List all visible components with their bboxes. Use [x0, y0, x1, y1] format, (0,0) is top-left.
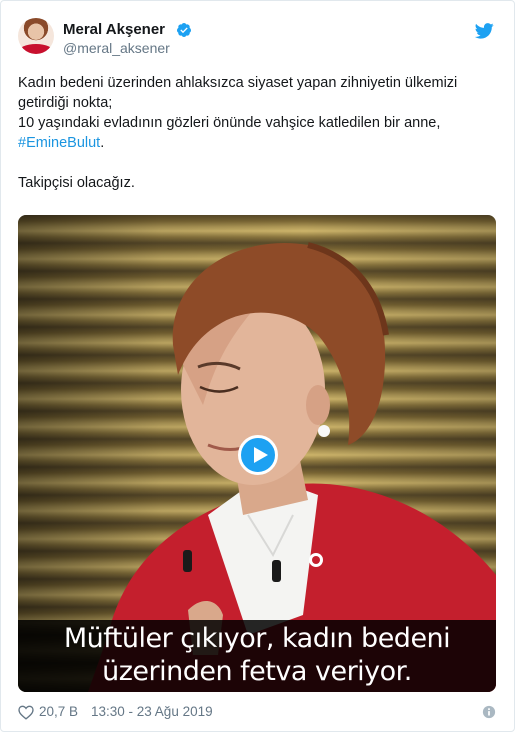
tweet-line-2: 10 yaşındaki evladının gözleri önünde va…	[18, 115, 441, 151]
video-player[interactable]: Müftüler çıkıyor, kadın bedeni üzerinden…	[18, 215, 496, 692]
info-icon[interactable]	[482, 705, 496, 719]
play-button[interactable]	[238, 435, 278, 475]
user-name[interactable]: Meral Akşener	[63, 21, 165, 38]
tweet-line-1: Kadın bedeni üzerinden ahlaksızca siyase…	[18, 75, 458, 111]
user-handle[interactable]: @meral_aksener	[63, 40, 170, 56]
tweet-text: Kadın bedeni üzerinden ahlaksızca siyase…	[18, 73, 498, 193]
twitter-bird-icon[interactable]	[475, 23, 494, 39]
verified-badge-icon	[176, 23, 191, 37]
avatar[interactable]	[18, 18, 54, 54]
heart-icon[interactable]	[18, 705, 34, 720]
like-count[interactable]: 20,7 B	[39, 704, 78, 719]
video-subtitle: Müftüler çıkıyor, kadın bedeni üzerinden…	[63, 623, 451, 687]
tweet-line-3: Takipçisi olacağız.	[18, 175, 135, 191]
tweet-timestamp[interactable]: 13:30 - 23 Ağu 2019	[91, 704, 213, 719]
tweet-card: Meral Akşener @meral_aksener Kadın beden…	[0, 0, 515, 732]
tweet-footer: 20,7 B 13:30 - 23 Ağu 2019	[18, 704, 496, 722]
hashtag-link[interactable]: #EmineBulut	[18, 135, 100, 151]
